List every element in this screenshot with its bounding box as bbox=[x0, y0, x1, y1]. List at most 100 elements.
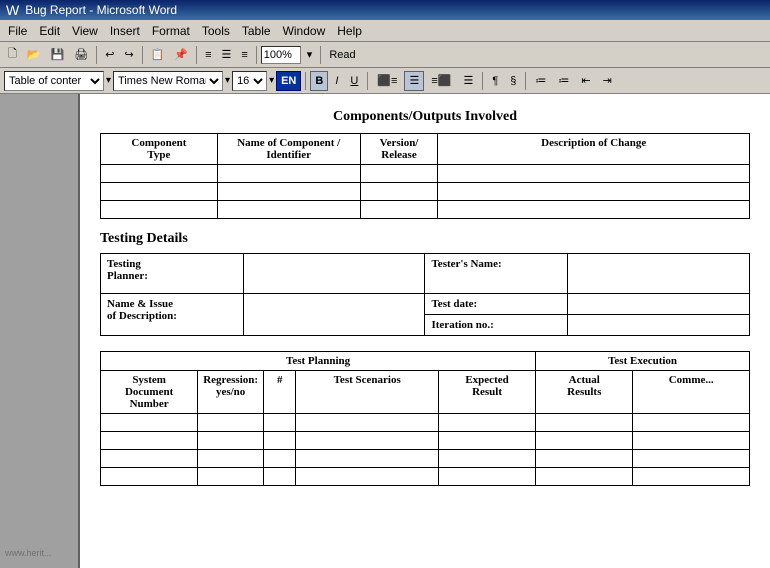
header-desc: Description of Change bbox=[438, 134, 750, 165]
sep5 bbox=[320, 46, 321, 64]
header-regression: Regression:yes/no bbox=[198, 371, 264, 414]
sep-fmt1: ▾ bbox=[106, 75, 111, 86]
underline-button[interactable]: U bbox=[345, 71, 363, 91]
paragraph-btn[interactable]: ¶ bbox=[487, 71, 503, 91]
components-table: ComponentType Name of Component /Identif… bbox=[100, 133, 750, 219]
bullets-btn[interactable]: ≔ bbox=[530, 71, 551, 91]
print-button[interactable]: 🖨 bbox=[70, 45, 92, 65]
align-right[interactable]: ≡ bbox=[237, 45, 251, 65]
menu-bar: File Edit View Insert Format Tools Table… bbox=[0, 20, 770, 42]
table-row: SystemDocumentNumber Regression:yes/no #… bbox=[101, 371, 750, 414]
menu-file[interactable]: File bbox=[2, 22, 33, 40]
sep-fmt3: ▾ bbox=[269, 75, 274, 86]
language-button[interactable]: EN bbox=[276, 71, 301, 91]
header-scenarios: Test Scenarios bbox=[296, 371, 439, 414]
section1-title: Components/Outputs Involved bbox=[100, 109, 750, 125]
pilcrow-btn[interactable]: § bbox=[505, 71, 521, 91]
italic-button[interactable]: I bbox=[330, 71, 343, 91]
align-right-btn[interactable]: ≡⬛ bbox=[426, 71, 456, 91]
numbering-btn[interactable]: ≔ bbox=[553, 71, 574, 91]
header-hash: # bbox=[264, 371, 296, 414]
title-bar: W Bug Report - Microsoft Word bbox=[0, 0, 770, 20]
table-row bbox=[101, 450, 750, 468]
document-area[interactable]: Components/Outputs Involved ComponentTyp… bbox=[80, 94, 770, 568]
indent-decrease[interactable]: ⇤ bbox=[576, 71, 595, 91]
test-date-value[interactable] bbox=[568, 294, 750, 315]
header-sysdoc: SystemDocumentNumber bbox=[101, 371, 198, 414]
sep3 bbox=[196, 46, 197, 64]
table-row: Name & Issueof Description: Test date: bbox=[101, 294, 750, 315]
test-planning-table: Test Planning Test Execution SystemDocum… bbox=[100, 351, 750, 486]
menu-tools[interactable]: Tools bbox=[196, 22, 236, 40]
redo-button[interactable]: ↪ bbox=[120, 45, 137, 65]
section2-title: Testing Details bbox=[100, 231, 750, 247]
standard-toolbar: 🗋 📂 💾 🖨 ↩ ↪ 📋 📌 ≡ ☰ ≡ ▾ Read bbox=[0, 42, 770, 68]
align-left[interactable]: ≡ bbox=[201, 45, 215, 65]
table-row bbox=[101, 165, 750, 183]
read-button[interactable]: Read bbox=[325, 45, 359, 65]
test-planning-header: Test Planning bbox=[101, 352, 536, 371]
align-left-btn[interactable]: ⬛≡ bbox=[372, 71, 402, 91]
menu-edit[interactable]: Edit bbox=[33, 22, 66, 40]
table-row bbox=[101, 414, 750, 432]
table-row: TestingPlanner: Tester's Name: bbox=[101, 254, 750, 294]
menu-view[interactable]: View bbox=[66, 22, 104, 40]
sep-f4 bbox=[525, 72, 526, 90]
header-name: Name of Component /Identifier bbox=[217, 134, 360, 165]
table-row bbox=[101, 468, 750, 486]
sep-f2 bbox=[367, 72, 368, 90]
sep-f1 bbox=[305, 72, 306, 90]
word-icon: W bbox=[6, 2, 19, 18]
new-button[interactable]: 🗋 bbox=[4, 45, 21, 65]
testing-details-table: TestingPlanner: Tester's Name: Name & Is… bbox=[100, 253, 750, 336]
copy-button[interactable]: 📋 bbox=[147, 45, 169, 65]
test-date-label: Test date: bbox=[425, 294, 568, 315]
menu-table[interactable]: Table bbox=[236, 22, 277, 40]
iteration-value[interactable] bbox=[568, 315, 750, 336]
sep-fmt2: ▾ bbox=[225, 75, 230, 86]
sep1 bbox=[96, 46, 97, 64]
table-row bbox=[101, 201, 750, 219]
zoom-input[interactable] bbox=[261, 46, 301, 64]
header-comments: Comme... bbox=[633, 371, 750, 414]
sep-f3 bbox=[482, 72, 483, 90]
tester-name-value[interactable] bbox=[568, 254, 750, 294]
main-area: www.herit... Components/Outputs Involved… bbox=[0, 94, 770, 568]
watermark: www.herit... bbox=[5, 548, 52, 558]
header-component: ComponentType bbox=[101, 134, 218, 165]
table-row: Test Planning Test Execution bbox=[101, 352, 750, 371]
indent-increase[interactable]: ⇥ bbox=[598, 71, 617, 91]
name-issue-value[interactable] bbox=[243, 294, 425, 336]
menu-insert[interactable]: Insert bbox=[104, 22, 146, 40]
table-row bbox=[101, 432, 750, 450]
left-panel: www.herit... bbox=[0, 94, 80, 568]
save-button[interactable]: 💾 bbox=[47, 45, 69, 65]
menu-help[interactable]: Help bbox=[331, 22, 368, 40]
header-actual: ActualResults bbox=[536, 371, 633, 414]
format-toolbar: Table of conter ▾ Times New Roman ▾ 16 ▾… bbox=[0, 68, 770, 94]
tester-name-label: Tester's Name: bbox=[425, 254, 568, 294]
size-select[interactable]: 16 bbox=[232, 71, 267, 91]
sep2 bbox=[142, 46, 143, 64]
font-select[interactable]: Times New Roman bbox=[113, 71, 223, 91]
name-issue-label: Name & Issueof Description: bbox=[101, 294, 244, 336]
justify-btn[interactable]: ☰ bbox=[458, 71, 478, 91]
iteration-label: Iteration no.: bbox=[425, 315, 568, 336]
undo-button[interactable]: ↩ bbox=[101, 45, 118, 65]
testing-planner-label: TestingPlanner: bbox=[101, 254, 244, 294]
menu-window[interactable]: Window bbox=[277, 22, 332, 40]
align-center[interactable]: ☰ bbox=[218, 45, 236, 65]
menu-format[interactable]: Format bbox=[146, 22, 196, 40]
style-select[interactable]: Table of conter bbox=[4, 71, 104, 91]
bold-button[interactable]: B bbox=[310, 71, 328, 91]
open-button[interactable]: 📂 bbox=[23, 45, 45, 65]
testing-planner-value[interactable] bbox=[243, 254, 425, 294]
test-execution-header: Test Execution bbox=[536, 352, 750, 371]
header-expected: ExpectedResult bbox=[438, 371, 535, 414]
align-center-btn[interactable]: ☰ bbox=[404, 71, 424, 91]
paste-button[interactable]: 📌 bbox=[170, 45, 192, 65]
table-row bbox=[101, 183, 750, 201]
title-text: Bug Report - Microsoft Word bbox=[25, 3, 177, 17]
zoom-dropdown[interactable]: ▾ bbox=[303, 45, 317, 65]
sep4 bbox=[256, 46, 257, 64]
